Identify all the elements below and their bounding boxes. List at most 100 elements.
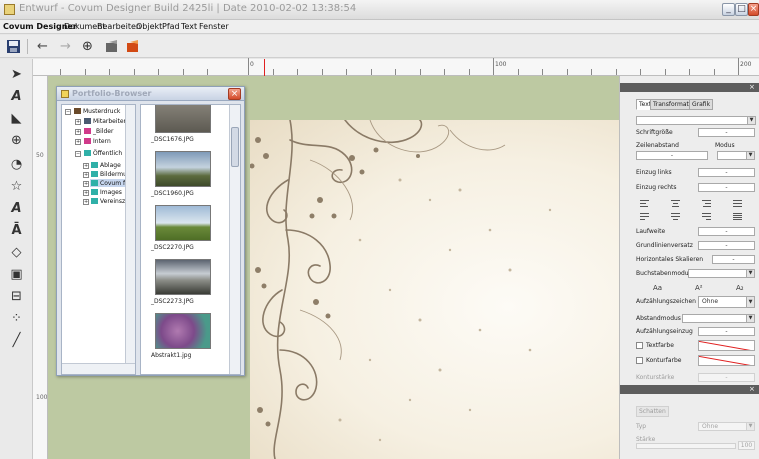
tree-expander[interactable]: +: [75, 129, 81, 135]
menu-fenster[interactable]: Fenster: [199, 22, 229, 31]
konturstaerke-field[interactable]: -: [698, 373, 755, 382]
thumbnail-scrollbar[interactable]: [229, 105, 240, 374]
undo-icon[interactable]: ←: [35, 39, 50, 54]
thumbnail-list[interactable]: _DSC1676.JPG _DSC1960.JPG _DSC2270.JPG _…: [140, 104, 241, 375]
collapse-icon[interactable]: ×: [749, 385, 755, 394]
konturfarbe-swatch[interactable]: [698, 355, 755, 366]
menu-text[interactable]: Text: [181, 22, 197, 31]
portfolio-close-button[interactable]: ×: [228, 88, 241, 100]
buchstabenmodus-dropdown[interactable]: ▼: [688, 269, 755, 278]
node-edit-icon[interactable]: ◣: [7, 109, 26, 128]
portfolio-browser-window[interactable]: Portfolio-Browser × − Musterdruck + Mita…: [56, 86, 245, 376]
tree-item[interactable]: Öffentlich: [84, 150, 122, 157]
horizontales-skalieren-field[interactable]: -: [712, 255, 755, 264]
zeilenabstand-field[interactable]: -: [636, 151, 708, 160]
textfarbe-checkbox[interactable]: [636, 342, 643, 349]
align-left-icon[interactable]: [640, 200, 649, 207]
schriftgroesse-field[interactable]: -: [698, 128, 755, 137]
pen-icon[interactable]: ╱: [7, 331, 26, 350]
textfarbe-swatch[interactable]: [698, 340, 755, 351]
add-star-icon[interactable]: ☆: [7, 177, 26, 196]
align-center-icon[interactable]: [671, 200, 680, 207]
thumbnail[interactable]: [155, 105, 211, 133]
thumbnail[interactable]: [155, 205, 211, 241]
edit-icon[interactable]: [104, 39, 119, 54]
aufzaehlungseinzug-field[interactable]: -: [698, 327, 755, 336]
align-right-icon[interactable]: [702, 200, 711, 207]
add-text-frame-icon[interactable]: Ā: [7, 221, 26, 240]
thumbnail[interactable]: [155, 151, 211, 187]
close-button[interactable]: ×: [748, 3, 759, 16]
staerke-slider[interactable]: [636, 443, 736, 449]
document-page[interactable]: [250, 120, 619, 459]
tree-item[interactable]: _Bilder: [84, 128, 113, 135]
portfolio-browser-titlebar[interactable]: Portfolio-Browser ×: [57, 87, 244, 101]
edit-orange-icon[interactable]: [125, 39, 140, 54]
collapse-icon[interactable]: ×: [749, 83, 755, 92]
einzug-rechts-field[interactable]: -: [698, 183, 755, 192]
grundlinienversatz-field[interactable]: -: [698, 241, 755, 250]
tree-expander[interactable]: +: [75, 139, 81, 145]
tree-expander[interactable]: +: [83, 163, 89, 169]
justify-right-icon[interactable]: [702, 213, 711, 220]
superscript-button[interactable]: A²: [695, 284, 703, 292]
font-family-dropdown[interactable]: ▼: [636, 116, 756, 125]
typ-dropdown[interactable]: Ohne ▼: [698, 422, 755, 431]
tree-item[interactable]: Musterdruck: [74, 108, 120, 115]
user-folder-icon: [84, 118, 91, 124]
laufweite-field[interactable]: -: [698, 227, 755, 236]
ruler-tick: [444, 69, 445, 75]
einzug-links-field[interactable]: -: [698, 168, 755, 177]
justify-center-icon[interactable]: [671, 213, 680, 220]
add-image-icon[interactable]: ▣: [7, 265, 26, 284]
tab-schatten[interactable]: Schatten: [636, 406, 669, 417]
folder-tree[interactable]: − Musterdruck + Mitarbeiter + _Bilder + …: [61, 104, 136, 375]
thumbnail[interactable]: [155, 259, 211, 295]
tree-item[interactable]: Ablage: [91, 162, 121, 169]
add-diamond-icon[interactable]: ◇: [7, 243, 26, 262]
tree-expander[interactable]: +: [83, 199, 89, 205]
tree-item[interactable]: Images: [91, 189, 122, 196]
tree-horizontal-scrollbar[interactable]: [62, 363, 135, 374]
layout-icon[interactable]: ⊟: [7, 287, 26, 306]
add-text-icon[interactable]: A: [7, 199, 26, 218]
align-justify-icon[interactable]: [733, 200, 742, 207]
save-icon[interactable]: [6, 39, 21, 54]
tab-grafik[interactable]: Grafik: [689, 99, 714, 110]
justify-left-icon[interactable]: [640, 213, 649, 220]
subscript-button[interactable]: A₂: [736, 284, 744, 292]
menu-pfad[interactable]: Pfad: [162, 22, 180, 31]
abstandmodus-dropdown[interactable]: ▼: [682, 314, 755, 323]
tree-item[interactable]: Intern: [84, 138, 111, 145]
scrollbar-thumb[interactable]: [231, 127, 239, 167]
tree-item[interactable]: Bildermu: [91, 171, 127, 178]
zoom-icon[interactable]: ⊕: [7, 131, 26, 150]
aufzaehlungszeichen-dropdown[interactable]: Ohne ▼: [698, 296, 755, 308]
tree-expander[interactable]: +: [83, 181, 89, 187]
minimize-button[interactable]: _: [722, 3, 735, 16]
modus-dropdown[interactable]: ▼: [717, 151, 755, 160]
menu-objekt[interactable]: Objekt: [136, 22, 162, 31]
tree-expander[interactable]: +: [83, 172, 89, 178]
tree-item[interactable]: Covum f: [91, 180, 125, 187]
maximize-button[interactable]: □: [735, 3, 748, 16]
tree-item[interactable]: Mitarbeiter: [84, 118, 126, 125]
tree-expander[interactable]: +: [75, 119, 81, 125]
text-frame-icon[interactable]: A: [7, 87, 26, 106]
menu-bearbeiten[interactable]: Bearbeiten: [97, 22, 141, 31]
justify-all-icon[interactable]: [733, 213, 742, 220]
tree-expander[interactable]: −: [65, 109, 71, 115]
tree-vertical-scrollbar[interactable]: [125, 105, 135, 363]
tree-expander[interactable]: −: [75, 151, 81, 157]
tree-expander[interactable]: +: [83, 190, 89, 196]
tree-item[interactable]: Vereinsz: [91, 198, 125, 205]
case-normal-button[interactable]: Aa: [653, 284, 662, 292]
thumbnail[interactable]: [155, 313, 211, 349]
add-shape-icon[interactable]: ◔: [7, 155, 26, 174]
target-icon[interactable]: ⊕: [80, 39, 95, 54]
redo-icon[interactable]: →: [58, 39, 73, 54]
grid-icon[interactable]: ⁘: [7, 309, 26, 328]
select-icon[interactable]: ➤: [7, 65, 26, 84]
staerke-field[interactable]: 100: [738, 441, 755, 450]
konturfarbe-checkbox[interactable]: [636, 357, 643, 364]
